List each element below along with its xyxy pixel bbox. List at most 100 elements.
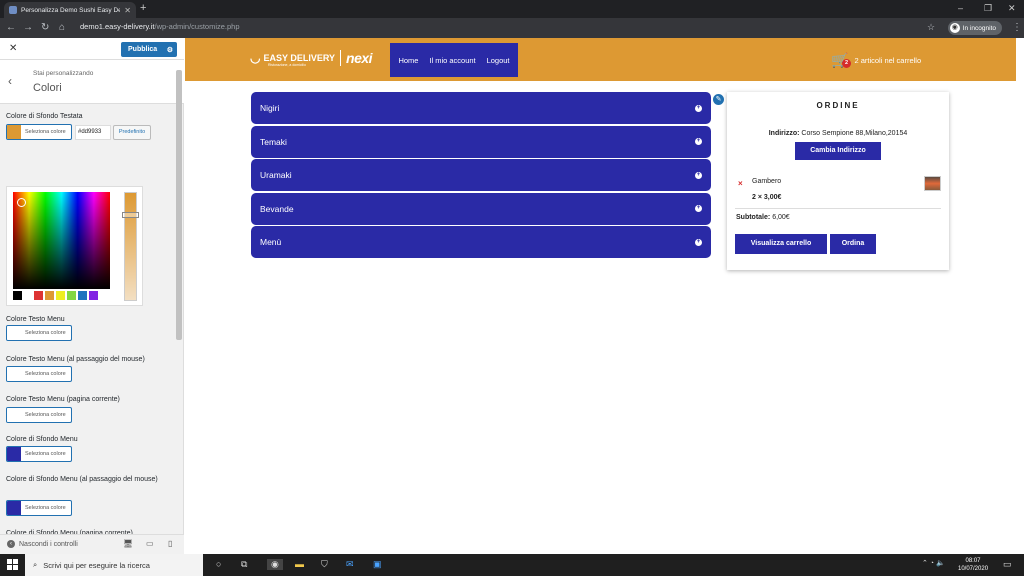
menu-item-2[interactable]: Logout: [487, 56, 510, 65]
taskbar-clock[interactable]: 08:07 10/07/2020: [958, 557, 988, 573]
category-accordion[interactable]: Uramaki +: [251, 159, 711, 192]
edit-pencil-icon[interactable]: ✎: [712, 93, 725, 106]
star-icon[interactable]: ☆: [927, 22, 935, 33]
category-label: Temaki: [260, 136, 287, 147]
expand-plus-icon[interactable]: +: [695, 104, 702, 112]
color-swatch-button[interactable]: Seleziona colore: [6, 500, 72, 516]
color-swatch-button[interactable]: Seleziona colore: [6, 407, 72, 423]
expand-plus-icon[interactable]: +: [695, 238, 702, 246]
subtotal-label: Subtotale:: [736, 214, 771, 221]
category-accordion[interactable]: Temaki +: [251, 125, 711, 158]
expand-plus-icon[interactable]: +: [695, 138, 702, 146]
color-chip: [7, 501, 21, 515]
new-tab-icon[interactable]: +: [140, 2, 146, 14]
setting-label: Colore Testo Menu (pagina corrente): [6, 396, 120, 403]
customizer-footer: ‹ Nascondi i controlli 🖥 ▭ ▯: [0, 534, 184, 554]
menu-item-0[interactable]: Home: [398, 56, 418, 65]
taskbar-search[interactable]: ⌕ Scrivi qui per eseguire la ricerca: [25, 554, 203, 576]
search-placeholder: Scrivi qui per eseguire la ricerca: [43, 560, 150, 570]
palette-swatch[interactable]: [34, 291, 43, 300]
strip-slider[interactable]: [122, 212, 139, 218]
windows-start-icon[interactable]: [7, 559, 18, 570]
back-chevron-icon[interactable]: ‹: [8, 74, 12, 88]
remove-item-icon[interactable]: ×: [738, 179, 743, 188]
address-label: Indirizzo:: [768, 130, 800, 137]
color-chip: [7, 326, 21, 340]
checkout-button[interactable]: Ordina: [830, 234, 876, 254]
shield-icon[interactable]: ⛉: [321, 559, 328, 570]
back-arrow-icon[interactable]: ←: [6, 22, 16, 33]
order-widget: ORDINE Indirizzo: Corso Sempione 88,Mila…: [727, 92, 949, 270]
close-tab-icon[interactable]: ✕: [124, 6, 131, 15]
category-accordion[interactable]: Nigiri +: [251, 92, 711, 124]
setting-label: Colore di Sfondo Menu: [6, 436, 78, 443]
system-tray[interactable]: ⌃ ◔ 🔈: [922, 559, 945, 567]
palette-swatch[interactable]: [89, 291, 98, 300]
main-menu: Home Il mio account Logout: [390, 43, 518, 77]
hide-controls-button[interactable]: ‹ Nascondi i controlli: [7, 540, 78, 548]
swatch-label: Seleziona colore: [25, 412, 66, 418]
cart-label: 2 articoli nel carrello: [854, 56, 922, 65]
palette-swatch[interactable]: [56, 291, 65, 300]
palette-swatch[interactable]: [13, 291, 22, 300]
desktop-preview-icon[interactable]: 🖥: [123, 539, 133, 548]
picker-handle[interactable]: [17, 198, 26, 207]
view-cart-button[interactable]: Visualizza carrello: [735, 234, 827, 254]
customizer-panel: ✕ Pubblica ⚙ ‹ Stai personalizzando Colo…: [0, 38, 184, 557]
incognito-badge[interactable]: ◉ In incognito: [947, 21, 1002, 35]
store-icon[interactable]: ▣: [373, 559, 382, 570]
gear-icon[interactable]: ⚙: [167, 46, 173, 54]
color-swatch-button[interactable]: Seleziona colore: [6, 325, 72, 341]
forward-arrow-icon[interactable]: →: [23, 22, 33, 33]
close-window-icon[interactable]: ✕: [1008, 3, 1016, 14]
minimize-icon[interactable]: –: [958, 3, 963, 13]
expand-plus-icon[interactable]: +: [695, 171, 702, 179]
palette-swatch[interactable]: [67, 291, 76, 300]
browser-tabstrip: Personalizza Demo Sushi Easy De ✕ + – ❐ …: [0, 0, 1024, 18]
publish-button[interactable]: Pubblica ⚙: [121, 42, 177, 57]
incognito-label: In incognito: [962, 24, 996, 32]
notification-icon[interactable]: ▭: [1003, 559, 1012, 570]
menu-item-1[interactable]: Il mio account: [429, 56, 475, 65]
category-accordion[interactable]: Bevande +: [251, 192, 711, 225]
close-customizer-icon[interactable]: ✕: [9, 43, 17, 54]
address-bar[interactable]: demo1.easy-delivery.it/wp-admin/customiz…: [80, 22, 240, 31]
section-header: ‹ Stai personalizzando Colori: [0, 60, 184, 104]
logo-divider: [340, 50, 342, 66]
mobile-preview-icon[interactable]: ▯: [168, 539, 172, 548]
home-icon[interactable]: ⌂: [59, 22, 65, 33]
item-thumbnail: [924, 176, 941, 191]
chrome-app-icon[interactable]: ◉: [267, 559, 283, 570]
menu-dots-icon[interactable]: ⋮: [1012, 22, 1022, 33]
scrollbar-thumb[interactable]: [176, 70, 182, 340]
color-swatch-button[interactable]: Seleziona colore: [6, 366, 72, 382]
setting-label: Colore Testo Menu (al passaggio del mous…: [6, 356, 145, 363]
reload-icon[interactable]: ↻: [41, 22, 49, 33]
swatch-label: Seleziona colore: [25, 371, 66, 377]
cart-link[interactable]: 🛒 2 2 articoli nel carrello: [831, 52, 921, 69]
site-logo[interactable]: ◡ EASY DELIVERY Ristorazione, a domicili…: [250, 50, 373, 67]
cortana-icon[interactable]: ○: [216, 559, 221, 569]
tablet-preview-icon[interactable]: ▭: [146, 539, 154, 548]
url-host: demo1.easy-delivery.it: [80, 22, 155, 31]
task-view-icon[interactable]: ⧉: [241, 559, 247, 570]
mail-icon[interactable]: ✉: [346, 559, 354, 570]
cart-badge: 2: [842, 59, 851, 68]
default-button[interactable]: Predefinito: [113, 125, 151, 140]
search-icon: ⌕: [33, 560, 38, 569]
color-chip: [7, 447, 21, 461]
browser-tab[interactable]: Personalizza Demo Sushi Easy De ✕: [4, 2, 136, 18]
change-address-button[interactable]: Cambia Indirizzo: [795, 142, 881, 160]
expand-plus-icon[interactable]: +: [695, 205, 702, 213]
palette-swatch[interactable]: [78, 291, 87, 300]
file-explorer-icon[interactable]: ▬: [295, 559, 304, 569]
hex-input[interactable]: #dd9933: [75, 125, 111, 140]
restore-icon[interactable]: ❐: [984, 3, 992, 14]
category-accordion[interactable]: Menù +: [251, 226, 711, 259]
color-swatch-button[interactable]: Seleziona colore: [6, 446, 72, 462]
panel-scrollbar[interactable]: [175, 70, 183, 552]
header-bg-swatch[interactable]: Seleziona colore: [6, 124, 72, 140]
palette-swatch[interactable]: [45, 291, 54, 300]
saturation-square[interactable]: [13, 192, 110, 289]
hue-strip[interactable]: [124, 192, 137, 301]
